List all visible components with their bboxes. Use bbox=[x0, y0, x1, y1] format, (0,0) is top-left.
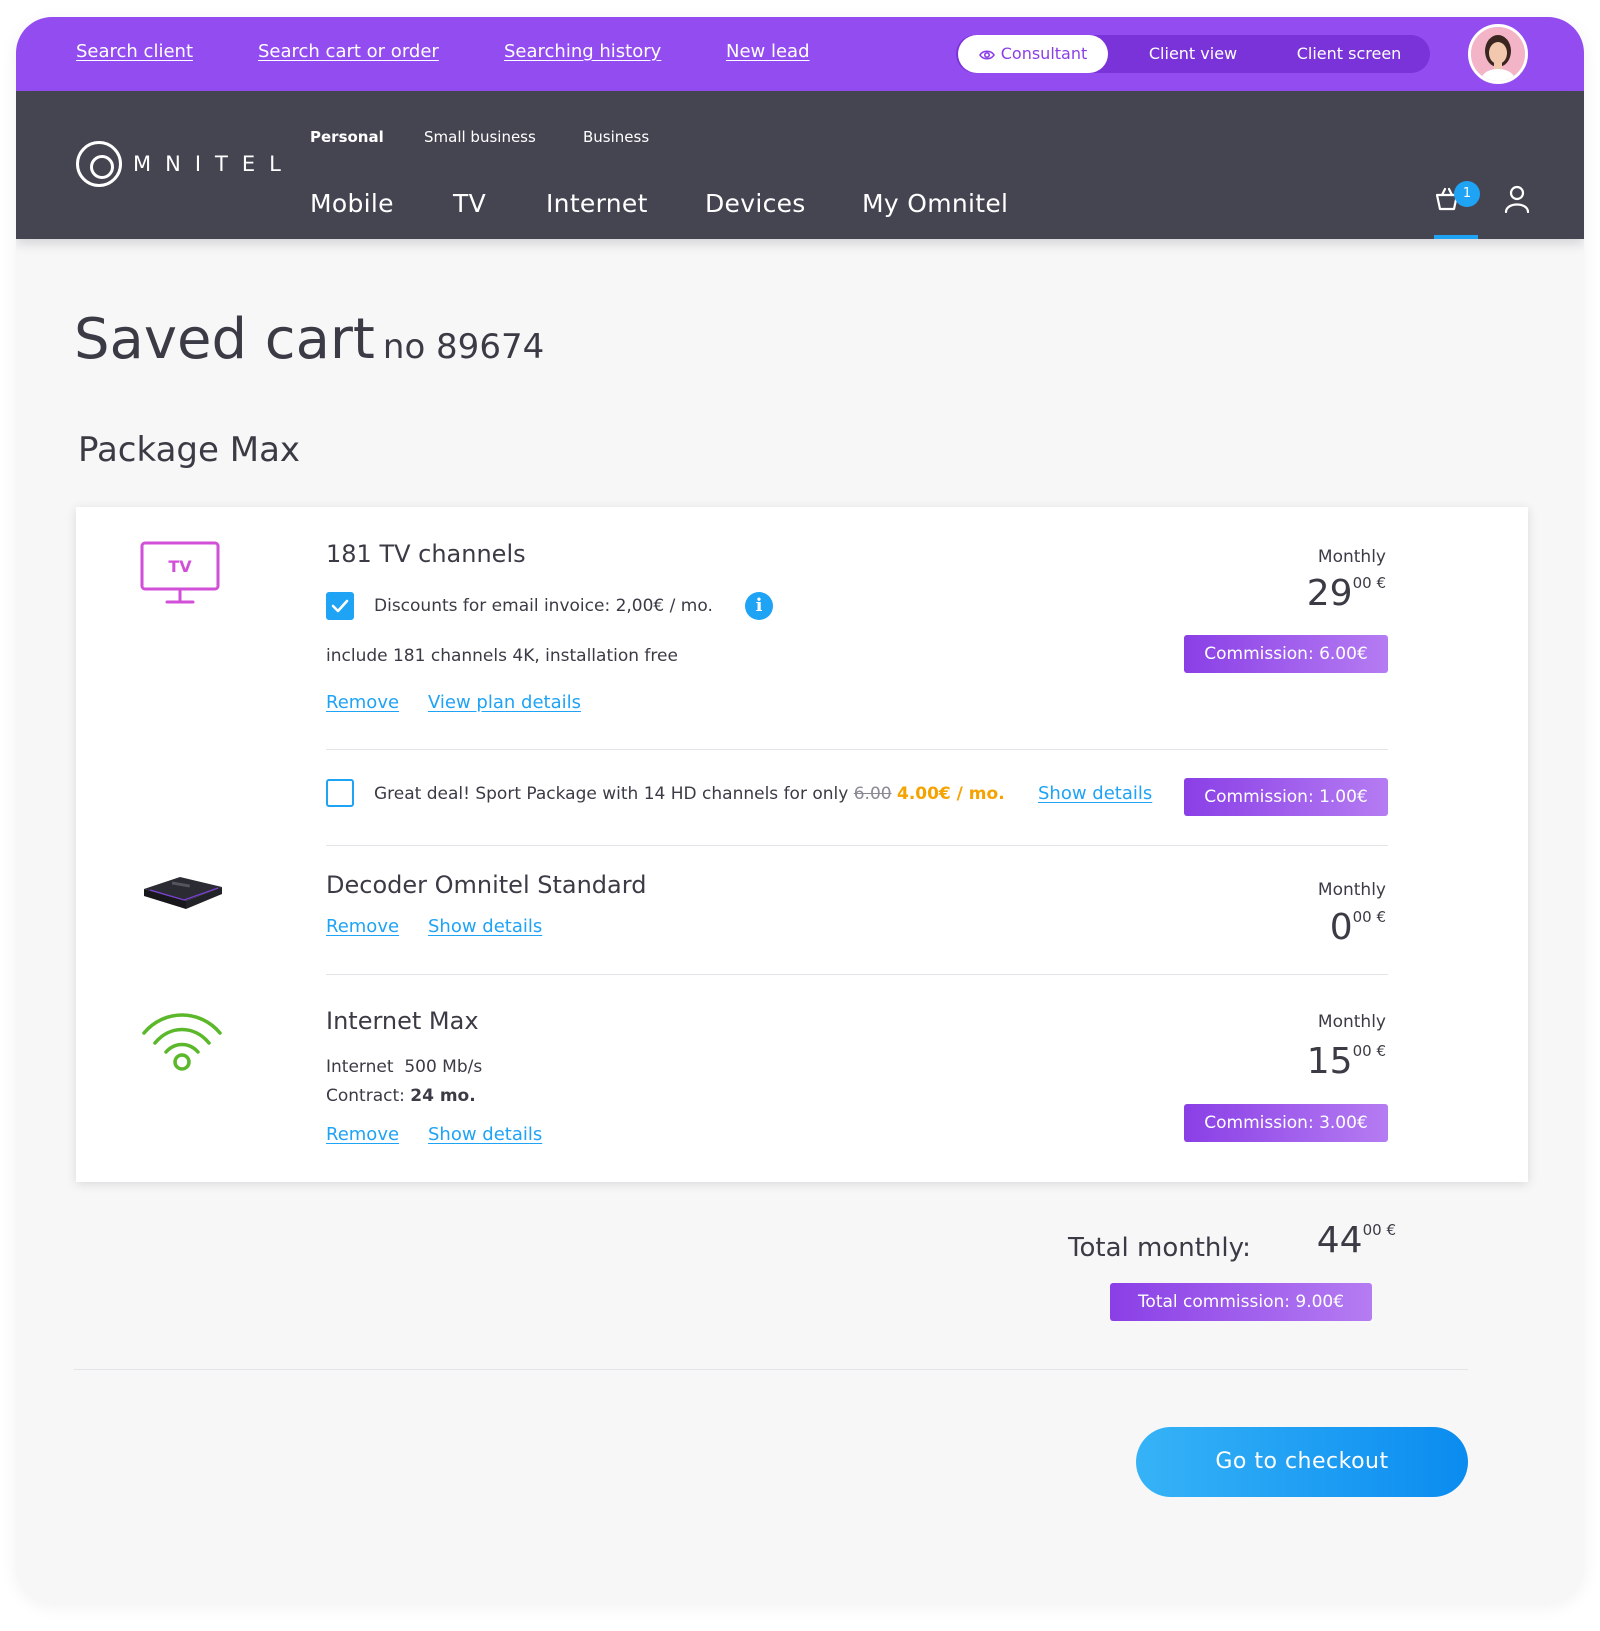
tv-price-cents: 00 € bbox=[1352, 574, 1386, 592]
main-header: MNITEL Personal Small business Business … bbox=[16, 91, 1584, 239]
internet-show-details-link[interactable]: Show details bbox=[428, 1124, 542, 1145]
consultant-bar: Search client Search cart or order Searc… bbox=[16, 17, 1584, 91]
view-client-screen-option[interactable]: Client screen bbox=[1270, 35, 1428, 73]
total-commission-badge: Total commission: 9.00€ bbox=[1110, 1283, 1372, 1321]
segment-personal[interactable]: Personal bbox=[310, 128, 384, 146]
page-title: Saved cart no 89674 bbox=[74, 307, 544, 372]
tv-plan-title: 181 TV channels bbox=[326, 540, 526, 568]
footer-divider bbox=[74, 1369, 1468, 1370]
tv-icon: TV bbox=[140, 541, 220, 604]
decoder-price-int: 0 bbox=[1329, 907, 1353, 948]
sport-package-checkbox[interactable] bbox=[326, 779, 354, 807]
sport-show-details-link[interactable]: Show details bbox=[1038, 783, 1152, 804]
decoder-title: Decoder Omnitel Standard bbox=[326, 871, 647, 899]
search-client-link[interactable]: Search client bbox=[76, 41, 193, 62]
decoder-monthly-label: Monthly bbox=[1317, 880, 1386, 900]
package-title: Package Max bbox=[78, 430, 301, 470]
tv-monthly-label: Monthly bbox=[1317, 547, 1386, 567]
search-cart-link[interactable]: Search cart or order bbox=[258, 41, 439, 62]
nav-internet[interactable]: Internet bbox=[546, 189, 648, 218]
page-title-text: Saved cart bbox=[74, 307, 375, 372]
decoder-remove-link[interactable]: Remove bbox=[326, 916, 399, 937]
internet-price: 1500 € bbox=[1186, 1041, 1386, 1082]
nav-mobile[interactable]: Mobile bbox=[310, 189, 394, 218]
cart-items-card: TV 181 TV channels Discounts for email i… bbox=[76, 507, 1528, 1182]
divider bbox=[326, 749, 1388, 750]
email-discount-checkbox[interactable] bbox=[326, 592, 354, 620]
internet-remove-link[interactable]: Remove bbox=[326, 1124, 399, 1145]
sport-old-price: 6.00 bbox=[853, 784, 892, 804]
decoder-price: 000 € bbox=[1186, 907, 1386, 948]
divider bbox=[326, 974, 1388, 975]
total-price-cents: 00 € bbox=[1362, 1221, 1396, 1239]
tv-icon-label: TV bbox=[168, 557, 192, 576]
new-lead-link[interactable]: New lead bbox=[726, 41, 810, 62]
internet-speed: Internet 500 Mb/s bbox=[326, 1057, 482, 1077]
internet-speed-value: 500 Mb/s bbox=[404, 1057, 483, 1077]
avatar-portrait bbox=[1471, 27, 1525, 81]
tv-remove-link[interactable]: Remove bbox=[326, 692, 399, 713]
internet-commission-badge: Commission: 3.00€ bbox=[1184, 1104, 1388, 1142]
go-to-checkout-button[interactable]: Go to checkout bbox=[1136, 1427, 1468, 1497]
app-frame: Search client Search cart or order Searc… bbox=[16, 17, 1584, 1602]
internet-price-int: 15 bbox=[1306, 1041, 1353, 1082]
searching-history-link[interactable]: Searching history bbox=[504, 41, 661, 62]
cart-count-badge: 1 bbox=[1454, 181, 1480, 207]
view-consultant-option[interactable]: Consultant bbox=[958, 35, 1108, 73]
cart-number: no 89674 bbox=[382, 327, 545, 367]
sport-new-price: 4.00€ / mo. bbox=[896, 784, 1005, 804]
internet-monthly-label: Monthly bbox=[1317, 1012, 1386, 1032]
internet-plan-title: Internet Max bbox=[326, 1007, 479, 1035]
internet-speed-label: Internet bbox=[326, 1057, 394, 1077]
nav-my-omnitel[interactable]: My Omnitel bbox=[862, 189, 1008, 218]
tv-price: 2900 € bbox=[1186, 573, 1386, 614]
tv-plan-description: include 181 channels 4K, installation fr… bbox=[326, 646, 678, 666]
tv-view-plan-details-link[interactable]: View plan details bbox=[428, 692, 581, 713]
internet-contract-value: 24 mo. bbox=[410, 1086, 476, 1106]
view-mode-toggle: Consultant Client view Client screen bbox=[956, 35, 1430, 73]
nav-tv[interactable]: TV bbox=[453, 189, 486, 218]
cart-active-indicator bbox=[1434, 235, 1478, 239]
internet-contract-label: Contract: bbox=[326, 1086, 405, 1106]
sport-deal-description: Great deal! Sport Package with 14 HD cha… bbox=[374, 784, 849, 804]
total-price-int: 44 bbox=[1316, 1220, 1363, 1261]
info-icon[interactable]: i bbox=[745, 592, 773, 620]
divider bbox=[326, 845, 1388, 846]
user-account-icon[interactable] bbox=[1504, 185, 1530, 213]
sport-deal-text: Great deal! Sport Package with 14 HD cha… bbox=[374, 784, 1005, 804]
decoder-device-image bbox=[144, 877, 222, 909]
sport-commission-badge: Commission: 1.00€ bbox=[1184, 778, 1388, 816]
total-monthly-price: 4400 € bbox=[1196, 1220, 1396, 1261]
logo-ring-icon bbox=[76, 141, 122, 187]
eye-icon bbox=[978, 49, 995, 60]
tv-price-int: 29 bbox=[1306, 573, 1353, 614]
segment-business[interactable]: Business bbox=[583, 128, 649, 146]
view-consultant-label: Consultant bbox=[1000, 44, 1088, 63]
logo-text: MNITEL bbox=[133, 152, 295, 176]
tv-commission-badge: Commission: 6.00€ bbox=[1184, 635, 1388, 673]
view-client-option[interactable]: Client view bbox=[1118, 35, 1268, 73]
internet-contract: Contract: 24 mo. bbox=[326, 1086, 476, 1106]
checkmark-icon bbox=[331, 599, 349, 613]
decoder-price-cents: 00 € bbox=[1352, 908, 1386, 926]
nav-devices[interactable]: Devices bbox=[705, 189, 806, 218]
internet-price-cents: 00 € bbox=[1352, 1042, 1386, 1060]
wifi-icon bbox=[142, 1013, 222, 1071]
consultant-avatar[interactable] bbox=[1468, 24, 1528, 84]
email-discount-label: Discounts for email invoice: 2,00€ / mo. bbox=[374, 596, 713, 616]
segment-small-business[interactable]: Small business bbox=[424, 128, 536, 146]
decoder-show-details-link[interactable]: Show details bbox=[428, 916, 542, 937]
